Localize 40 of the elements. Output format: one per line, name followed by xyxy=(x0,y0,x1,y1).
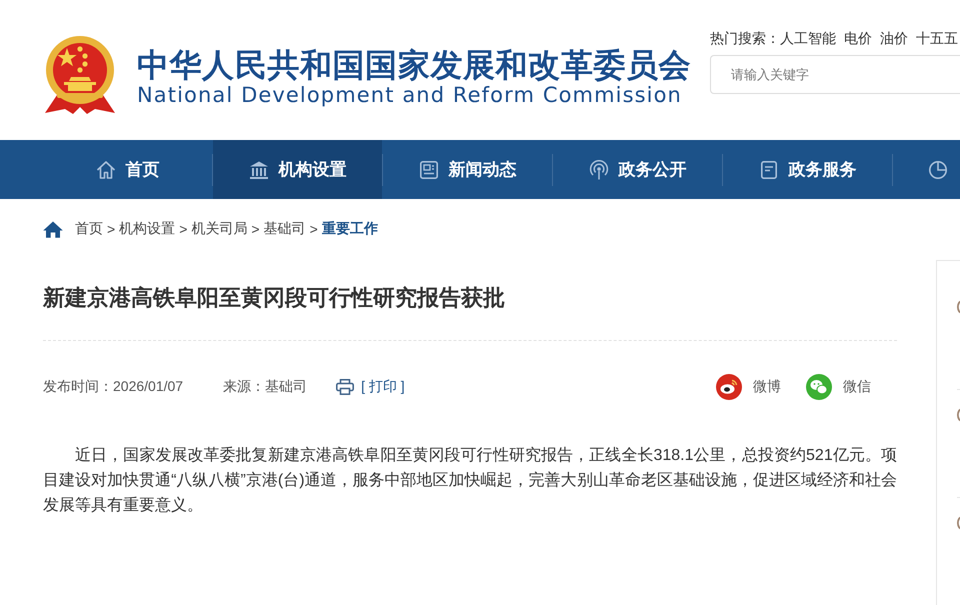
newspaper-icon xyxy=(418,160,438,180)
bank-icon xyxy=(248,160,268,180)
weibo-icon xyxy=(716,374,742,400)
print-link[interactable]: [ 打印 ] xyxy=(336,378,405,396)
search-field[interactable]: 请输入关键字 xyxy=(710,55,960,94)
nav-link[interactable]: 新闻动态 xyxy=(383,140,552,199)
share-link[interactable]: 微博 xyxy=(716,374,781,400)
nav-link[interactable]: 政务服务 xyxy=(723,140,892,199)
hot-search-link[interactable]: 人工智能 xyxy=(780,28,836,48)
breadcrumb-separator: > xyxy=(107,221,116,237)
hot-search-link[interactable]: 油价 xyxy=(880,28,908,48)
home-icon xyxy=(96,160,116,180)
nav-link[interactable]: 首页 xyxy=(43,140,212,199)
site-subtitle: National Development and Reform Commission xyxy=(137,83,683,107)
breadcrumb-link[interactable]: 机构设置 xyxy=(119,220,176,238)
nav-link[interactable]: 机构设置 xyxy=(213,140,382,199)
hot-search-label: 热门搜索： xyxy=(710,29,780,48)
broadcast-icon xyxy=(588,160,608,180)
article-paragraph: 近日，国家发展改革委批复新建京港高铁阜阳至黄冈段可行性研究报告，正线全长318.1公里，总投资约521亿元。项目建设对加快贯通“八纵八横”京港(台)通道，服务中部地区加快崛起，完善大别山革命老区基础设施，促进区域经济和社会发展等具有重要意义。 xyxy=(43,446,897,516)
nav-link[interactable]: 政务公开 xyxy=(553,140,722,199)
article-title: 新建京港高铁阜阳至黄冈段可行性研究报告获批 xyxy=(43,284,506,312)
hot-search-link[interactable]: 电价 xyxy=(844,28,872,48)
share-link[interactable]: 微信 xyxy=(806,374,871,400)
breadcrumb-separator: > xyxy=(251,221,260,237)
breadcrumb-separator: > xyxy=(310,221,318,237)
wechat-icon xyxy=(806,374,832,400)
site-title: 中华人民共和国国家发展和改革委员会 xyxy=(137,47,692,83)
breadcrumb-link[interactable]: 基础司 xyxy=(264,220,306,238)
breadcrumb-separator: > xyxy=(179,221,188,237)
emblem-icon xyxy=(43,35,117,115)
hot-search-link[interactable]: 十五五 xyxy=(916,28,958,48)
source-label: 来源：基础司 xyxy=(223,378,308,396)
printer-icon xyxy=(336,379,354,395)
breadcrumb-link[interactable]: 首页 xyxy=(75,220,103,238)
document-icon xyxy=(758,160,778,180)
breadcrumb-link[interactable]: 重要工作 xyxy=(322,220,378,238)
breadcrumb-link[interactable]: 机关司局 xyxy=(191,220,248,238)
home-icon xyxy=(43,220,63,238)
publish-date: 发布时间：2026/01/07 xyxy=(43,378,184,396)
pie-chart-icon xyxy=(928,160,948,180)
